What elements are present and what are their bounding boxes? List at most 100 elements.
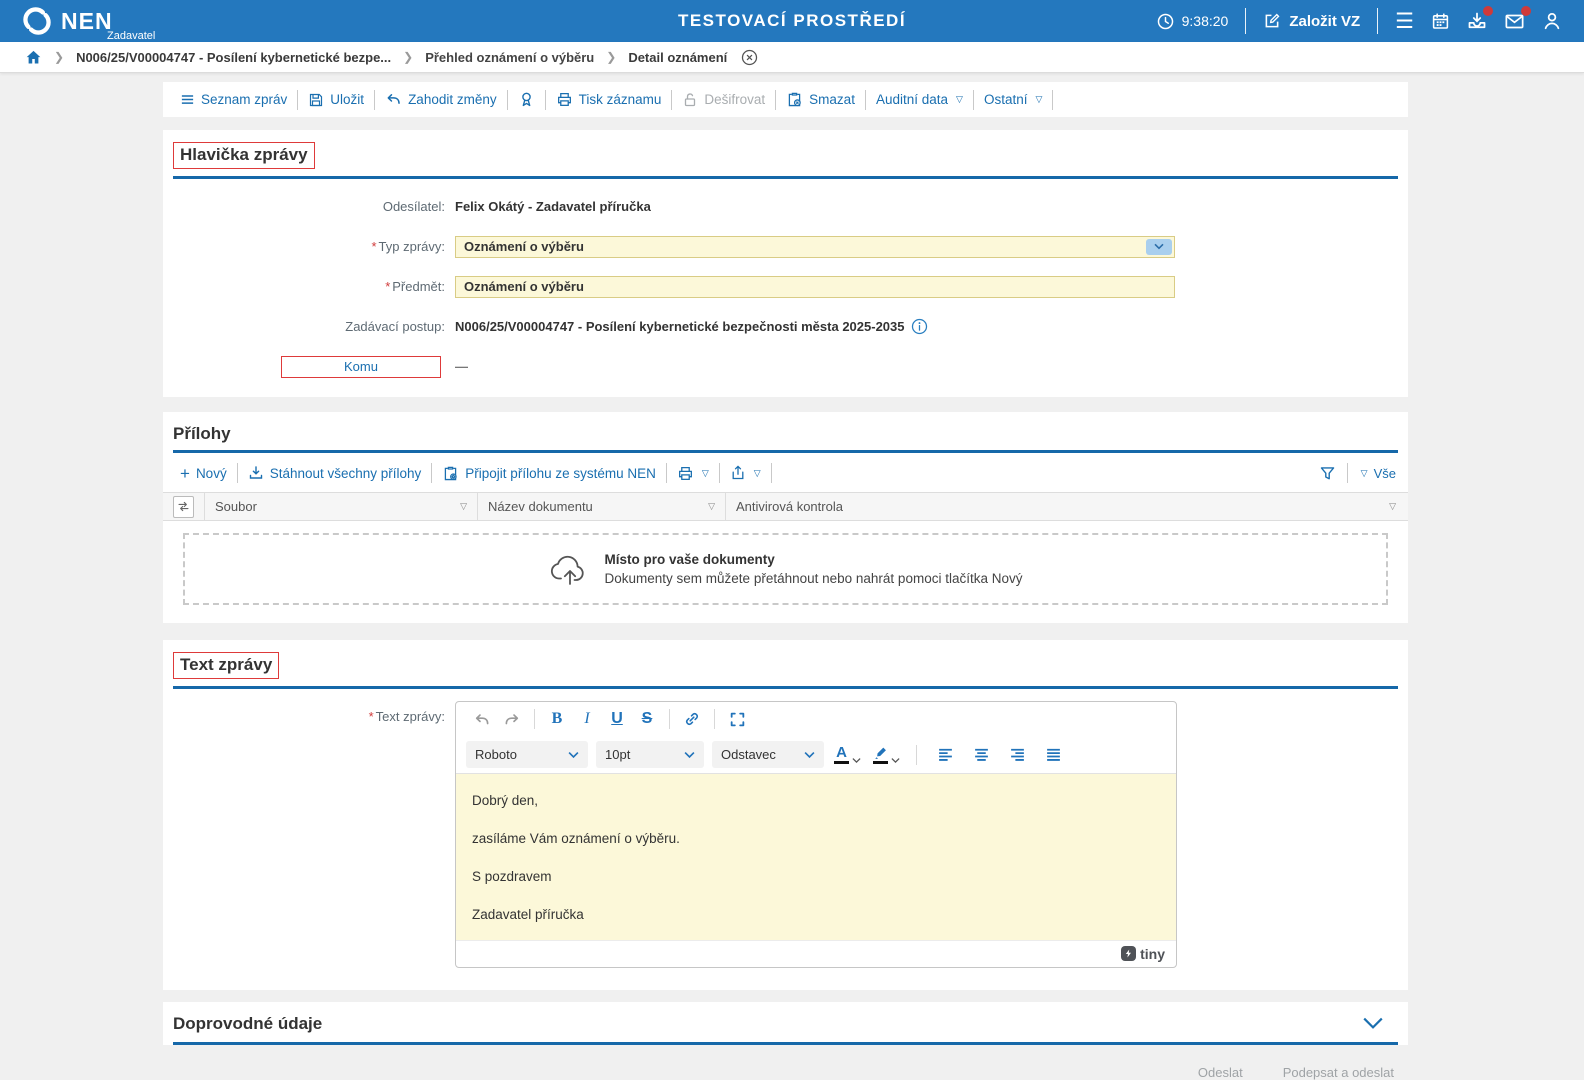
divider	[775, 90, 776, 110]
breadcrumb-item-current: Detail oznámení	[628, 50, 727, 65]
column-header-document-name[interactable]: Název dokumentu ▽	[478, 493, 726, 520]
column-settings-button[interactable]	[173, 496, 194, 518]
column-filter-icon[interactable]: ▽	[708, 501, 715, 512]
messages-button[interactable]	[1504, 11, 1525, 32]
certificate-button[interactable]	[509, 91, 544, 108]
message-list-button[interactable]: Seznam zpráv	[171, 92, 296, 107]
column-header-file[interactable]: Soubor ▽	[205, 493, 478, 520]
editor-font-select[interactable]: Roboto	[466, 741, 588, 768]
editor-toolbar-row1: B I U S	[456, 702, 1176, 737]
editor-fontsize-select[interactable]: 10pt	[596, 741, 704, 768]
nen-logo[interactable]: NEN Zadavatel	[22, 6, 113, 36]
editor-align-justify-icon[interactable]	[1039, 742, 1067, 768]
editor-blockformat-select[interactable]: Odstavec	[712, 741, 824, 768]
column-filter-icon[interactable]: ▽	[1389, 501, 1396, 512]
form-row-subject: * Předmět: Oznámení o výběru	[163, 267, 1408, 307]
editor-highlight-color-button[interactable]	[871, 746, 902, 764]
other-actions-button[interactable]: Ostatní ▽	[975, 92, 1051, 107]
sign-and-send-button[interactable]: Podepsat a odeslat	[1283, 1065, 1394, 1080]
editor-align-left-icon[interactable]	[931, 742, 959, 768]
form-row-sender: Odesílatel: Felix Okátý - Zadavatel přír…	[163, 187, 1408, 227]
info-icon[interactable]	[911, 318, 928, 335]
editor-bold-icon[interactable]: B	[543, 706, 571, 732]
delete-button[interactable]: Smazat	[777, 91, 864, 108]
calendar-button[interactable]	[1431, 12, 1450, 31]
chevron-down-icon[interactable]	[1362, 1016, 1398, 1031]
cloud-upload-icon	[549, 552, 591, 586]
divider	[237, 463, 238, 483]
inbox-button[interactable]	[1467, 11, 1487, 31]
breadcrumb-item-procedure[interactable]: N006/25/V00004747 - Posílení kybernetick…	[76, 50, 391, 65]
editor-link-icon[interactable]	[678, 706, 706, 732]
printer-icon	[677, 465, 694, 482]
export-icon	[730, 465, 746, 481]
chevron-down-icon	[852, 757, 861, 764]
editor-text-color-button[interactable]: A	[832, 745, 863, 764]
section-attachments: Přílohy + Nový Stáhnout všechny přílohy	[163, 412, 1408, 624]
editor-content-area[interactable]: Dobrý den, zasíláme Vám oznámení o výběr…	[456, 773, 1176, 940]
form-row-recipient: Komu —	[163, 347, 1408, 387]
editor-underline-icon[interactable]: U	[603, 706, 631, 732]
tinymce-brand[interactable]: tiny	[1140, 946, 1165, 962]
brand-name: NEN	[61, 8, 113, 34]
editor-statusbar: tiny	[456, 940, 1176, 967]
main-menu-button[interactable]: ☰	[1395, 11, 1414, 32]
audit-data-button[interactable]: Auditní data ▽	[867, 92, 972, 107]
editor-toolbar-row2: Roboto 10pt Odstavec A	[456, 737, 1176, 773]
print-record-button[interactable]: Tisk záznamu	[547, 91, 671, 108]
new-attachment-button[interactable]: + Nový	[171, 465, 236, 482]
environment-title: TESTOVACÍ PROSTŘEDÍ	[678, 11, 906, 31]
discard-changes-button[interactable]: Zahodit změny	[376, 91, 506, 108]
recipient-link[interactable]: Komu	[281, 356, 441, 378]
filter-all-button[interactable]: ▽ Vše	[1359, 466, 1396, 481]
breadcrumb-separator-icon: ❯	[54, 50, 64, 64]
attachments-dropzone[interactable]: Místo pro vaše dokumenty Dokumenty sem m…	[183, 533, 1388, 605]
color-swatch	[873, 761, 888, 764]
editor-strikethrough-icon[interactable]: S	[633, 706, 661, 732]
attach-from-nen-button[interactable]: Připojit přílohu ze systému NEN	[433, 465, 665, 482]
divider	[771, 463, 772, 483]
menu-icon: ☰	[1395, 11, 1414, 32]
divider	[1377, 8, 1378, 34]
editor-italic-icon[interactable]: I	[573, 706, 601, 732]
column-filter-icon[interactable]: ▽	[460, 501, 467, 512]
caret-down-icon: ▽	[754, 468, 761, 479]
editor-paragraph: zasíláme Vám oznámení o výběru.	[472, 831, 1160, 846]
decrypt-button[interactable]: Dešifrovat	[673, 92, 774, 108]
highlight-box: Text zprávy	[173, 652, 279, 679]
form-row-message-type: * Typ zprávy: Oznámení o výběru	[163, 227, 1408, 267]
divider	[374, 90, 375, 110]
editor-redo-icon[interactable]	[498, 706, 526, 732]
user-profile-button[interactable]	[1542, 11, 1562, 31]
download-icon	[248, 465, 264, 481]
home-icon[interactable]	[25, 49, 42, 66]
nen-logo-icon	[22, 6, 52, 36]
command-toolbar: Seznam zpráv Uložit Zahodit změny	[163, 82, 1408, 117]
attach-document-icon	[442, 465, 459, 482]
print-attachments-button[interactable]: ▽	[668, 465, 718, 482]
attachments-table-header: Soubor ▽ Název dokumentu ▽ Antivirová ko…	[163, 492, 1408, 521]
column-header-antivirus[interactable]: Antivirová kontrola ▽	[726, 493, 1408, 520]
save-button[interactable]: Uložit	[299, 92, 373, 108]
filter-icon[interactable]	[1319, 465, 1336, 482]
chevron-down-icon	[684, 751, 695, 759]
create-vz-button[interactable]: Založit VZ	[1263, 12, 1360, 30]
export-attachments-button[interactable]: ▽	[721, 465, 770, 481]
message-type-select[interactable]: Oznámení o výběru	[455, 236, 1175, 258]
section-message-text: Text zprávy * Text zprávy:	[163, 640, 1408, 990]
section-accompanying-data: Doprovodné údaje	[163, 1002, 1408, 1046]
editor-fullscreen-icon[interactable]	[723, 706, 751, 732]
editor-paragraph: Zadavatel příručka	[472, 907, 1160, 922]
color-swatch	[834, 761, 849, 764]
close-icon[interactable]	[741, 49, 758, 66]
editor-align-right-icon[interactable]	[1003, 742, 1031, 768]
subject-input[interactable]: Oznámení o výběru	[455, 276, 1175, 298]
download-all-attachments-button[interactable]: Stáhnout všechny přílohy	[239, 465, 431, 481]
form-row-procedure: Zadávací postup: N006/25/V00004747 - Pos…	[163, 307, 1408, 347]
editor-align-center-icon[interactable]	[967, 742, 995, 768]
breadcrumb-item-overview[interactable]: Přehled oznámení o výběru	[425, 50, 594, 65]
divider	[669, 709, 670, 729]
editor-undo-icon[interactable]	[468, 706, 496, 732]
select-dropdown-button[interactable]	[1146, 239, 1172, 255]
send-button[interactable]: Odeslat	[1198, 1065, 1243, 1080]
